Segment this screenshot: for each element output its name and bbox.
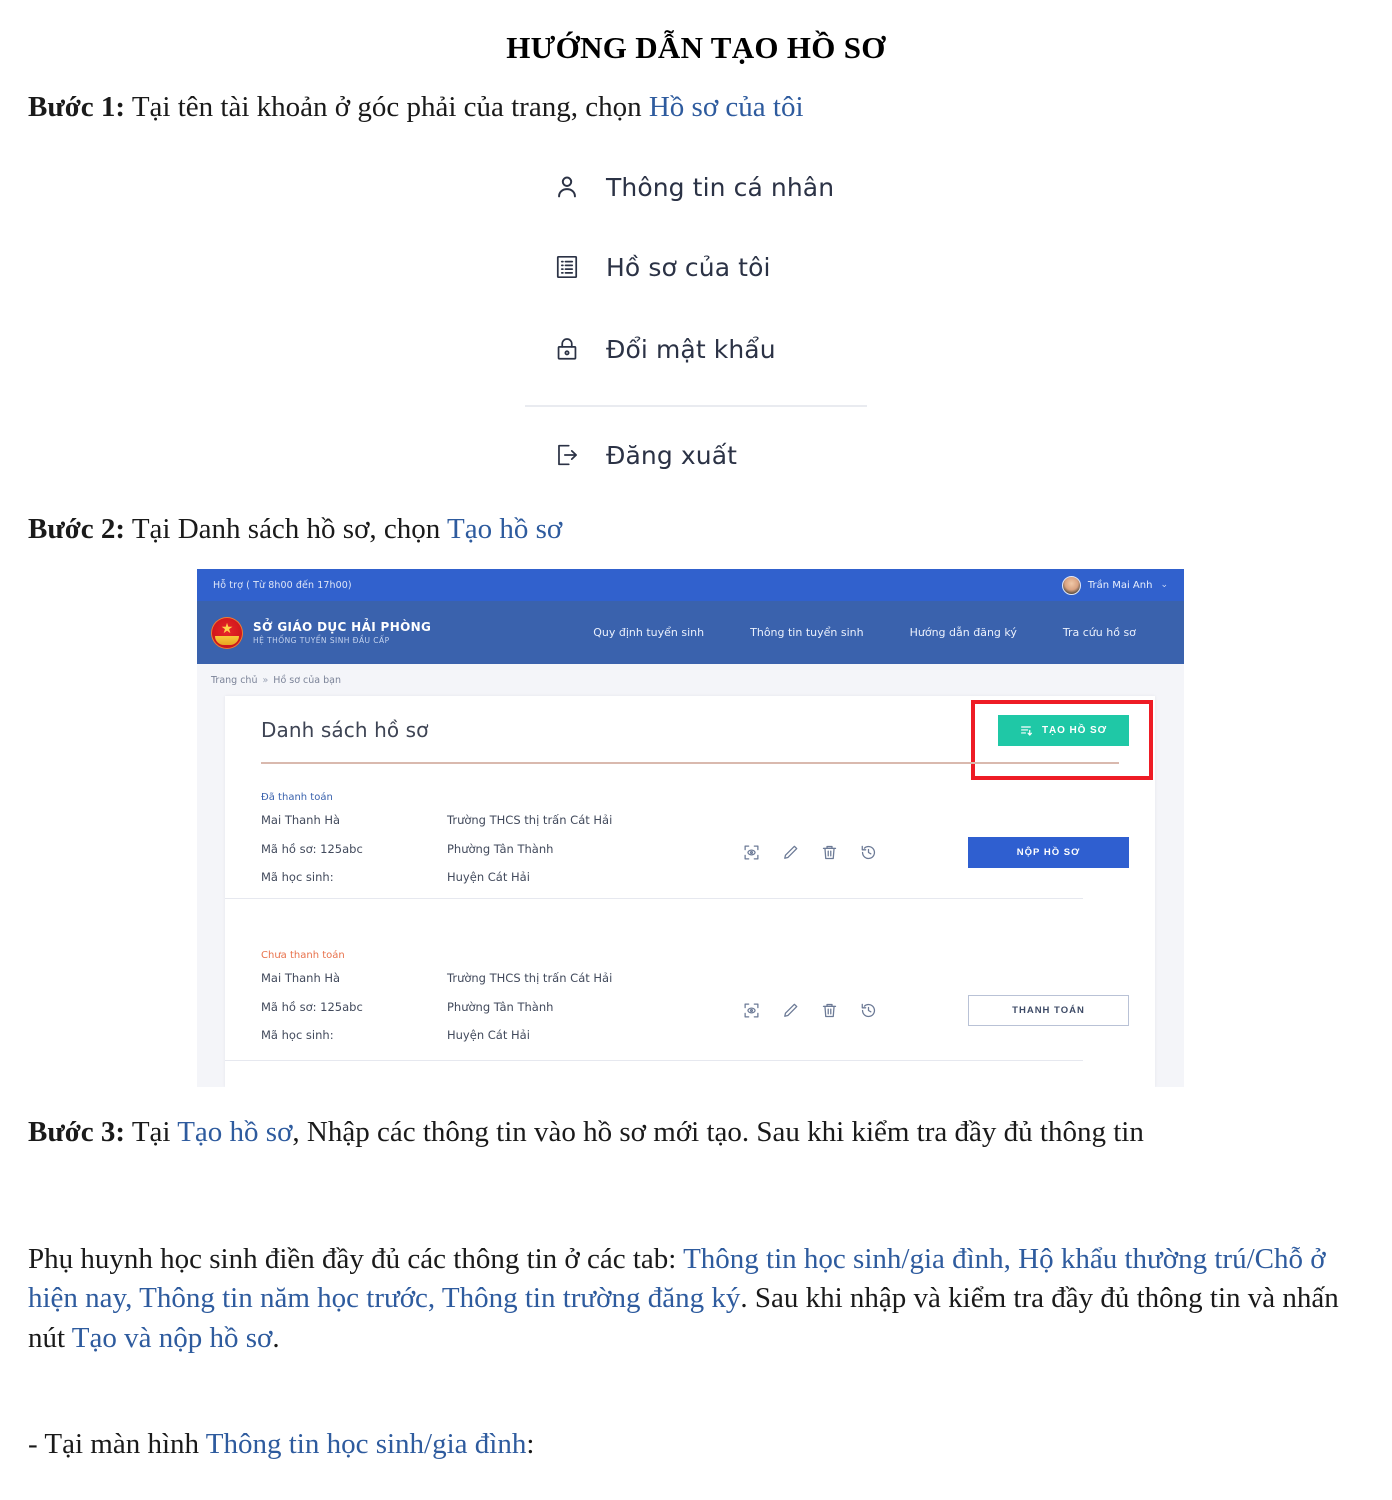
profile-code: Mã hồ sơ: 125abc [261,841,363,856]
history-icon[interactable] [860,844,877,861]
history-icon[interactable] [860,1002,877,1019]
record-divider [225,1060,1083,1061]
step-1-label: Bước 1: [28,91,126,123]
breadcrumb-separator: » [262,674,269,686]
breadcrumb-current: Hồ sơ của bạn [273,674,342,686]
menu-item-label: Thông tin cá nhân [606,172,835,202]
screen-text-b: : [526,1428,535,1460]
nav-item-tra-cuu-ho-so[interactable]: Tra cứu hồ sơ [1063,626,1136,639]
step-1-link: Hồ sơ của tôi [648,91,804,123]
scan-icon[interactable] [743,844,760,861]
user-icon [550,170,584,204]
step-2-paragraph: Bước 2: Tại Danh sách hồ sơ, chọn Tạo hồ… [28,510,1368,549]
title-underline [261,762,1119,764]
chevron-down-icon: ⌄ [1160,580,1168,590]
menu-item-label: Đăng xuất [606,440,738,470]
tabs-paragraph: Phụ huynh học sinh điền đầy đủ các thông… [28,1240,1372,1358]
menu-item-logout[interactable]: Đăng xuất [550,433,737,477]
record-divider [225,898,1083,899]
edit-icon[interactable] [782,1002,799,1019]
menu-item-label: Đổi mật khẩu [606,334,776,364]
school-name: Trường THCS thị trấn Cát Hải [447,971,613,985]
page-title: HƯỚNG DẪN TẠO HỒ SƠ [506,30,886,65]
document-list-icon [550,250,584,284]
student-code: Mã học sinh: [261,1028,334,1042]
embedded-app-screenshot: Hỗ trợ ( Từ 8h00 đến 17h00) Trần Mai Anh… [197,569,1184,1087]
nav-item-huong-dan-dang-ky[interactable]: Hướng dẫn đăng ký [910,626,1017,639]
pay-button[interactable]: THANH TOÁN [968,995,1129,1026]
delete-icon[interactable] [821,1002,838,1019]
menu-item-label: Hồ sơ của tôi [606,252,771,282]
status-badge: Chưa thanh toán [261,950,345,961]
school-name: Trường THCS thị trấn Cát Hải [447,813,613,827]
user-account-menu[interactable]: Trần Mai Anh ⌄ [1061,575,1168,595]
card-header: Danh sách hồ sơ TẠO HỒ SƠ [225,696,1155,780]
brand-subtitle: HỆ THỐNG TUYỂN SINH ĐẦU CẤP [253,636,390,645]
profile-record-row: Đã thanh toán Mai Thanh Hà Mã hồ sơ: 125… [225,778,1155,902]
student-name: Mai Thanh Hà [261,813,341,827]
menu-item-my-profile[interactable]: Hồ sơ của tôi [550,245,771,289]
menu-item-personal-info[interactable]: Thông tin cá nhân [550,165,834,209]
create-list-icon [1020,724,1033,737]
step-2-link: Tạo hồ sơ [447,513,563,545]
screen-text-a: - Tại màn hình [28,1428,206,1460]
step-3-label: Bước 3: [28,1116,126,1148]
step-3-paragraph: Bước 3: Tại Tạo hồ sơ, Nhập các thông ti… [28,1113,1372,1152]
tabs-link-b: Tạo và nộp hồ sơ [71,1321,273,1354]
create-profile-button[interactable]: TẠO HỒ SƠ [998,714,1129,746]
step-3-text-a: Tại [125,1116,178,1148]
lock-icon [550,332,584,366]
screen-link-a: Thông tin học sinh/gia đình [205,1428,527,1460]
app-topbar: Hỗ trợ ( Từ 8h00 đến 17h00) Trần Mai Anh… [197,569,1184,601]
step-3-text-b: , Nhập các thông tin vào hồ sơ mới tạo. … [292,1116,1144,1148]
menu-item-change-password[interactable]: Đổi mật khẩu [550,327,776,371]
profile-code: Mã hồ sơ: 125abc [261,999,363,1014]
student-name: Mai Thanh Hà [261,971,341,985]
avatar [1061,575,1081,595]
breadcrumb-home[interactable]: Trang chủ [211,675,257,686]
main-nav: Quy định tuyển sinh Thông tin tuyển sinh… [593,626,1136,639]
step-2-text: Tại Danh sách hồ sơ, chọn [125,513,448,545]
menu-divider [525,405,867,407]
district-name: Huyện Cát Hải [447,1028,530,1042]
user-name-label: Trần Mai Anh [1087,579,1153,591]
app-header: SỞ GIÁO DỤC HẢI PHÒNG HỆ THỐNG TUYỂN SIN… [197,601,1184,664]
edit-icon[interactable] [782,844,799,861]
brand-title: SỞ GIÁO DỤC HẢI PHÒNG [253,620,432,634]
row-action-icons [743,1002,877,1019]
breadcrumb: Trang chủ » Hồ sơ của bạn [197,664,1184,696]
ward-name: Phường Tân Thành [447,841,554,856]
profile-list-card: Danh sách hồ sơ TẠO HỒ SƠ Đã thanh toán [225,696,1155,1087]
student-code: Mã học sinh: [261,870,334,884]
account-dropdown-menu: Thông tin cá nhân Hồ sơ của tôi Đổi mật … [520,155,880,500]
nav-item-thong-tin-tuyen-sinh[interactable]: Thông tin tuyển sinh [750,626,863,639]
logout-icon [550,438,584,472]
create-profile-label: TẠO HỒ SƠ [1042,724,1107,736]
profile-record-row: Chưa thanh toán Mai Thanh Hà Mã hồ sơ: 1… [225,936,1155,1061]
tabs-text-a: Phụ huynh học sinh điền đầy đủ các thông… [28,1243,684,1275]
status-badge: Đã thanh toán [261,792,333,803]
nav-item-quy-dinh-tuyen-sinh[interactable]: Quy định tuyển sinh [593,626,704,639]
support-hours-text: Hỗ trợ ( Từ 8h00 đến 17h00) [213,579,352,591]
tabs-text-c: . [272,1321,280,1354]
step-1-paragraph: Bước 1: Tại tên tài khoản ở góc phải của… [28,88,1368,127]
brand-block[interactable]: SỞ GIÁO DỤC HẢI PHÒNG HỆ THỐNG TUYỂN SIN… [197,616,432,649]
submit-profile-button[interactable]: NỘP HỒ SƠ [968,837,1129,868]
scan-icon[interactable] [743,1002,760,1019]
step-2-label: Bước 2: [28,513,126,545]
national-emblem-icon [211,616,243,649]
step-1-text: Tại tên tài khoản ở góc phải của trang, … [125,91,649,123]
screen-paragraph: - Tại màn hình Thông tin học sinh/gia đì… [28,1425,1372,1464]
step-3-link: Tạo hồ sơ [177,1116,293,1148]
list-title: Danh sách hồ sơ [261,718,429,742]
ward-name: Phường Tân Thành [447,999,554,1014]
district-name: Huyện Cát Hải [447,870,530,884]
row-action-icons [743,844,877,861]
delete-icon[interactable] [821,844,838,861]
